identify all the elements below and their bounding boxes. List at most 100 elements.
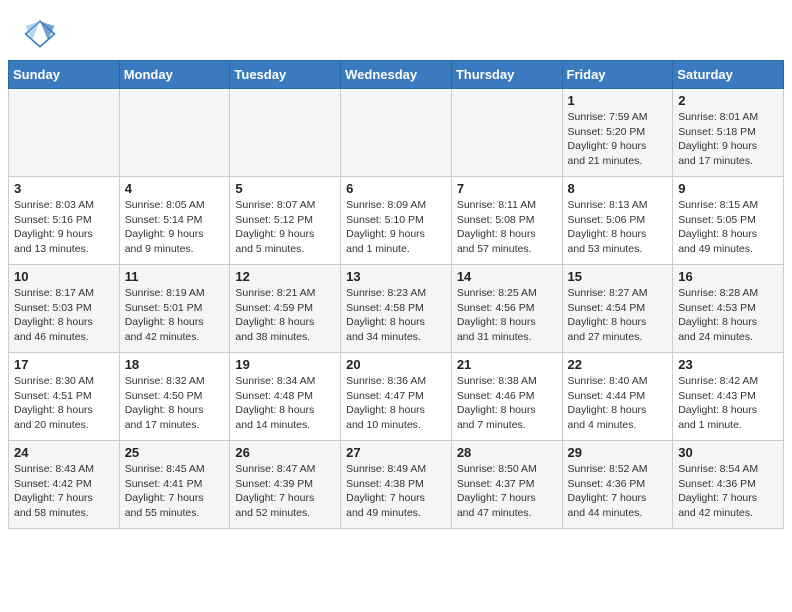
day-number: 16 — [678, 269, 778, 284]
day-number: 24 — [14, 445, 114, 460]
day-cell: 28Sunrise: 8:50 AM Sunset: 4:37 PM Dayli… — [451, 441, 562, 529]
day-number: 11 — [125, 269, 225, 284]
calendar-header: SundayMondayTuesdayWednesdayThursdayFrid… — [9, 61, 784, 89]
day-cell: 10 Sunrise: 8:17 AM Sunset: 5:03 PM Dayli… — [9, 265, 120, 353]
day-cell: 8Sunrise: 8:13 AM Sunset: 5:06 PM Daylig… — [562, 177, 673, 265]
day-number: 10 — [14, 269, 114, 284]
day-info: Sunrise: 8:43 AM Sunset: 4:42 PM Dayligh… — [14, 462, 114, 521]
day-cell: 2 Sunrise: 8:01 AM Sunset: 5:18 PM Daylig… — [673, 89, 784, 177]
day-number: 9 — [678, 181, 778, 196]
day-cell: 9 Sunrise: 8:15 AM Sunset: 5:05 PM Daylig… — [673, 177, 784, 265]
day-cell: 20 Sunrise: 8:36 AM Sunset: 4:47 PM Dayli… — [341, 353, 452, 441]
weekday-header-saturday: Saturday — [673, 61, 784, 89]
day-number: 27 — [346, 445, 446, 460]
day-info: Sunrise: 8:03 AM Sunset: 5:16 PM Dayligh… — [14, 198, 114, 257]
day-info: Sunrise: 8:38 AM Sunset: 4:46 PM Dayligh… — [457, 374, 557, 433]
weekday-header-thursday: Thursday — [451, 61, 562, 89]
day-cell: 29 Sunrise: 8:52 AM Sunset: 4:36 PM Dayli… — [562, 441, 673, 529]
day-cell: 3 Sunrise: 8:03 AM Sunset: 5:16 PM Daylig… — [9, 177, 120, 265]
day-cell: 23 Sunrise: 8:42 AM Sunset: 4:43 PM Dayli… — [673, 353, 784, 441]
calendar-wrapper: SundayMondayTuesdayWednesdayThursdayFrid… — [0, 60, 792, 537]
day-info: Sunrise: 8:19 AM Sunset: 5:01 PM Dayligh… — [125, 286, 225, 345]
day-cell: 11 Sunrise: 8:19 AM Sunset: 5:01 PM Dayli… — [119, 265, 230, 353]
day-number: 22 — [568, 357, 668, 372]
day-number: 3 — [14, 181, 114, 196]
day-cell — [119, 89, 230, 177]
weekday-header-monday: Monday — [119, 61, 230, 89]
day-number: 14 — [457, 269, 557, 284]
day-info: Sunrise: 8:52 AM Sunset: 4:36 PM Dayligh… — [568, 462, 668, 521]
day-info: Sunrise: 8:05 AM Sunset: 5:14 PM Dayligh… — [125, 198, 225, 257]
day-info: Sunrise: 8:36 AM Sunset: 4:47 PM Dayligh… — [346, 374, 446, 433]
day-number: 2 — [678, 93, 778, 108]
logo — [24, 18, 60, 50]
day-cell: 6Sunrise: 8:09 AM Sunset: 5:10 PM Daylig… — [341, 177, 452, 265]
day-number: 25 — [125, 445, 225, 460]
day-info: Sunrise: 8:32 AM Sunset: 4:50 PM Dayligh… — [125, 374, 225, 433]
day-cell: 22 Sunrise: 8:40 AM Sunset: 4:44 PM Dayli… — [562, 353, 673, 441]
day-info: Sunrise: 8:21 AM Sunset: 4:59 PM Dayligh… — [235, 286, 335, 345]
day-cell — [451, 89, 562, 177]
day-cell: 30 Sunrise: 8:54 AM Sunset: 4:36 PM Dayli… — [673, 441, 784, 529]
day-number: 20 — [346, 357, 446, 372]
day-number: 15 — [568, 269, 668, 284]
day-info: Sunrise: 8:27 AM Sunset: 4:54 PM Dayligh… — [568, 286, 668, 345]
day-cell: 17Sunrise: 8:30 AM Sunset: 4:51 PM Dayli… — [9, 353, 120, 441]
day-cell: 18Sunrise: 8:32 AM Sunset: 4:50 PM Dayli… — [119, 353, 230, 441]
day-info: Sunrise: 8:34 AM Sunset: 4:48 PM Dayligh… — [235, 374, 335, 433]
day-info: Sunrise: 8:11 AM Sunset: 5:08 PM Dayligh… — [457, 198, 557, 257]
day-info: Sunrise: 8:49 AM Sunset: 4:38 PM Dayligh… — [346, 462, 446, 521]
day-info: Sunrise: 8:42 AM Sunset: 4:43 PM Dayligh… — [678, 374, 778, 433]
day-number: 12 — [235, 269, 335, 284]
day-cell: 12 Sunrise: 8:21 AM Sunset: 4:59 PM Dayli… — [230, 265, 341, 353]
weekday-row: SundayMondayTuesdayWednesdayThursdayFrid… — [9, 61, 784, 89]
day-number: 28 — [457, 445, 557, 460]
weekday-header-tuesday: Tuesday — [230, 61, 341, 89]
weekday-header-sunday: Sunday — [9, 61, 120, 89]
day-info: Sunrise: 8:09 AM Sunset: 5:10 PM Dayligh… — [346, 198, 446, 257]
calendar-table: SundayMondayTuesdayWednesdayThursdayFrid… — [8, 60, 784, 529]
day-number: 26 — [235, 445, 335, 460]
day-number: 30 — [678, 445, 778, 460]
day-info: Sunrise: 8:07 AM Sunset: 5:12 PM Dayligh… — [235, 198, 335, 257]
week-row-2: 3 Sunrise: 8:03 AM Sunset: 5:16 PM Daylig… — [9, 177, 784, 265]
week-row-3: 10 Sunrise: 8:17 AM Sunset: 5:03 PM Dayli… — [9, 265, 784, 353]
page-header — [0, 0, 792, 60]
day-info: Sunrise: 8:01 AM Sunset: 5:18 PM Dayligh… — [678, 110, 778, 169]
day-cell: 19Sunrise: 8:34 AM Sunset: 4:48 PM Dayli… — [230, 353, 341, 441]
day-number: 1 — [568, 93, 668, 108]
day-info: Sunrise: 8:25 AM Sunset: 4:56 PM Dayligh… — [457, 286, 557, 345]
day-number: 23 — [678, 357, 778, 372]
day-info: Sunrise: 8:47 AM Sunset: 4:39 PM Dayligh… — [235, 462, 335, 521]
day-number: 17 — [14, 357, 114, 372]
day-info: Sunrise: 8:15 AM Sunset: 5:05 PM Dayligh… — [678, 198, 778, 257]
day-cell — [9, 89, 120, 177]
calendar-body: 1 Sunrise: 7:59 AM Sunset: 5:20 PM Daylig… — [9, 89, 784, 529]
day-cell: 13Sunrise: 8:23 AM Sunset: 4:58 PM Dayli… — [341, 265, 452, 353]
week-row-5: 24 Sunrise: 8:43 AM Sunset: 4:42 PM Dayli… — [9, 441, 784, 529]
week-row-4: 17Sunrise: 8:30 AM Sunset: 4:51 PM Dayli… — [9, 353, 784, 441]
day-number: 13 — [346, 269, 446, 284]
day-cell: 21 Sunrise: 8:38 AM Sunset: 4:46 PM Dayli… — [451, 353, 562, 441]
day-cell: 4Sunrise: 8:05 AM Sunset: 5:14 PM Daylig… — [119, 177, 230, 265]
day-cell: 1 Sunrise: 7:59 AM Sunset: 5:20 PM Daylig… — [562, 89, 673, 177]
weekday-header-wednesday: Wednesday — [341, 61, 452, 89]
day-info: Sunrise: 8:54 AM Sunset: 4:36 PM Dayligh… — [678, 462, 778, 521]
day-info: Sunrise: 8:40 AM Sunset: 4:44 PM Dayligh… — [568, 374, 668, 433]
day-cell — [230, 89, 341, 177]
weekday-header-friday: Friday — [562, 61, 673, 89]
day-info: Sunrise: 8:28 AM Sunset: 4:53 PM Dayligh… — [678, 286, 778, 345]
day-cell: 16 Sunrise: 8:28 AM Sunset: 4:53 PM Dayli… — [673, 265, 784, 353]
day-number: 21 — [457, 357, 557, 372]
day-number: 29 — [568, 445, 668, 460]
day-cell — [341, 89, 452, 177]
day-info: Sunrise: 7:59 AM Sunset: 5:20 PM Dayligh… — [568, 110, 668, 169]
day-info: Sunrise: 8:17 AM Sunset: 5:03 PM Dayligh… — [14, 286, 114, 345]
logo-icon — [24, 18, 56, 50]
day-info: Sunrise: 8:45 AM Sunset: 4:41 PM Dayligh… — [125, 462, 225, 521]
day-number: 8 — [568, 181, 668, 196]
day-cell: 5Sunrise: 8:07 AM Sunset: 5:12 PM Daylig… — [230, 177, 341, 265]
day-number: 7 — [457, 181, 557, 196]
day-cell: 27 Sunrise: 8:49 AM Sunset: 4:38 PM Dayli… — [341, 441, 452, 529]
day-cell: 25 Sunrise: 8:45 AM Sunset: 4:41 PM Dayli… — [119, 441, 230, 529]
